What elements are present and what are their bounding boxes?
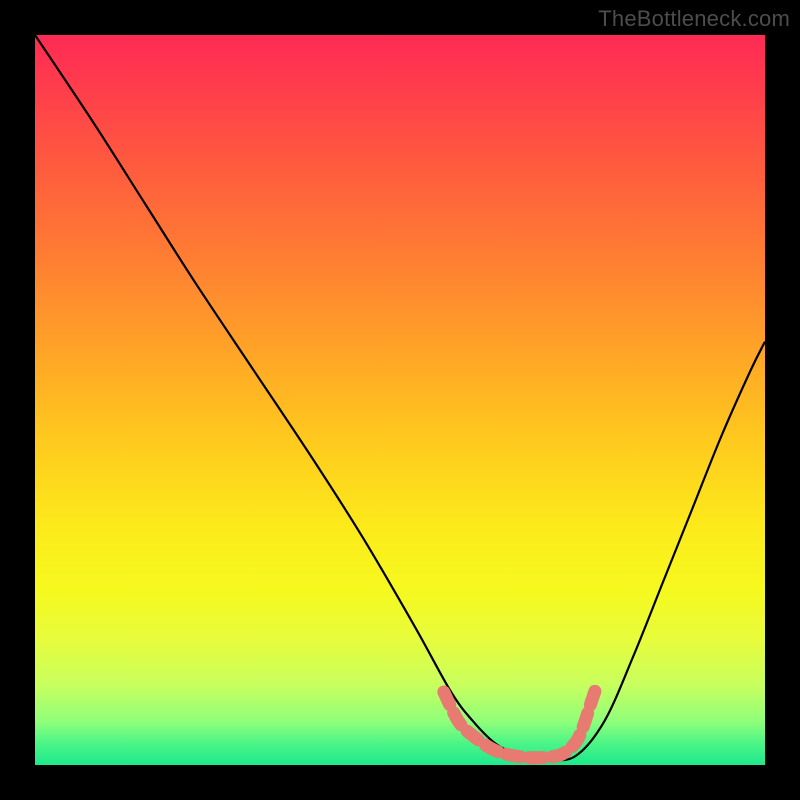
watermark-text: TheBottleneck.com [598,6,790,32]
bottleneck-curve-path [35,35,765,760]
chart-frame: TheBottleneck.com [0,0,800,800]
curve-layer [35,35,765,765]
highlight-band-path [444,685,597,758]
